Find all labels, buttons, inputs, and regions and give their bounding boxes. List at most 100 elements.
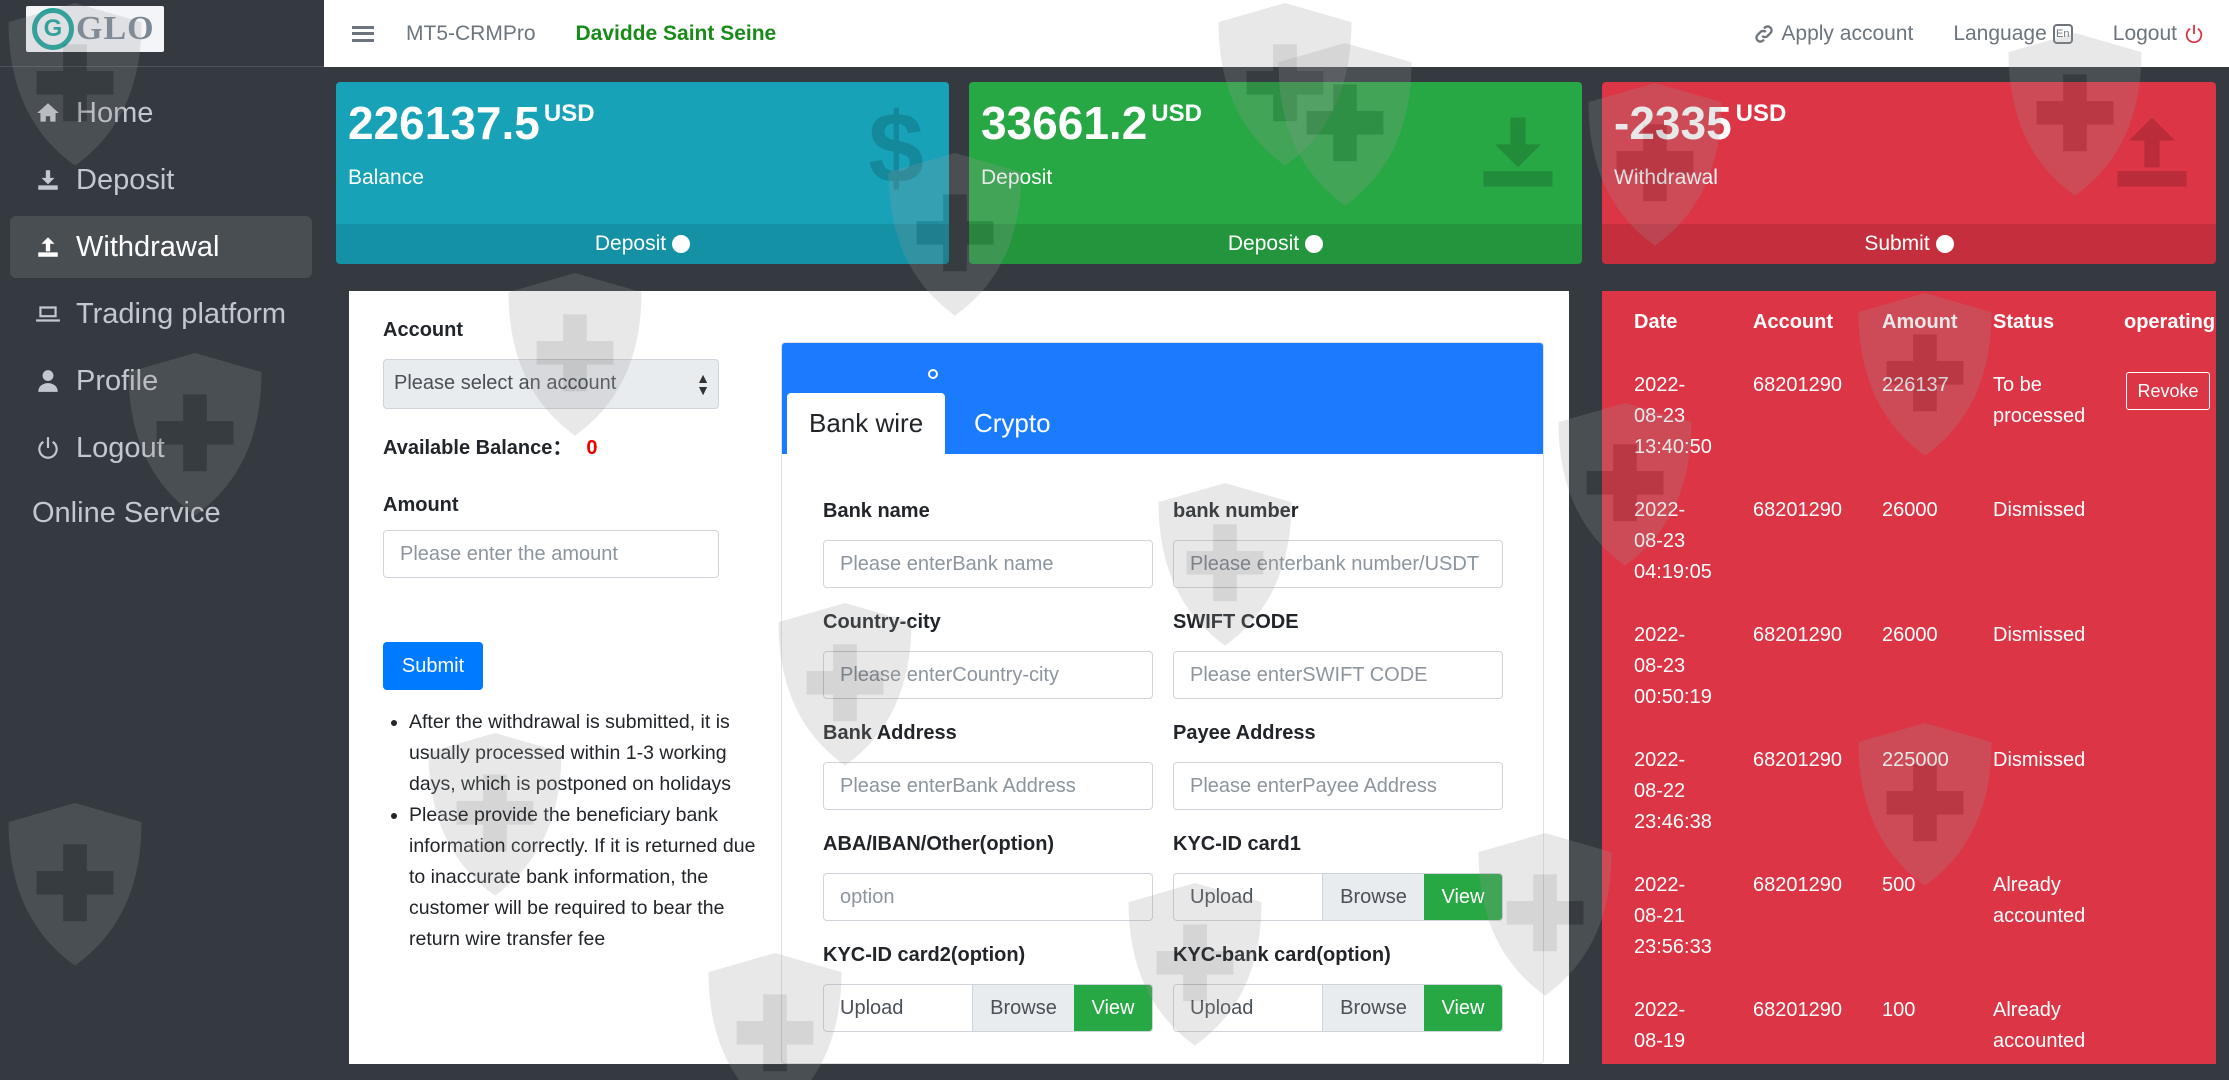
balance-card: 226137.5 USD Balance $ Deposit ➜ [336,82,949,264]
topbar-right: Apply account Language En Logout [1713,22,2205,46]
upload-icon [34,233,62,261]
withdrawal-history-table: Date Account Amount Status operating 202… [1602,291,2216,1064]
column-header-operating: operating [2124,311,2216,333]
sidebar-item-profile[interactable]: Profile [10,350,312,412]
apply-account-label: Apply account [1781,21,1914,45]
withdrawal-notes: After the withdrawal is submitted, it is… [409,707,759,955]
kyc-id-card1-label: KYC-ID card1 [1173,833,1301,855]
deposit-link[interactable]: Deposit ➜ [969,224,1582,264]
view-button[interactable]: View [1074,985,1152,1031]
select-caret-icon: ▲ ▼ [696,370,710,398]
logout-link[interactable]: Logout [2113,22,2205,46]
aba-iban-label: ABA/IBAN/Other(option) [823,833,1055,855]
country-city-label: Country-city [823,611,941,633]
swift-code-label: SWIFT CODE [1173,611,1299,633]
withdrawal-card: -2335 USD Withdrawal Submit ➜ [1602,82,2216,264]
view-button[interactable]: View [1424,874,1502,920]
language-badge: En [2052,23,2073,44]
amount-input[interactable]: Please enter the amount [383,530,719,578]
browse-button[interactable]: Browse [972,985,1074,1031]
account-label: Account [383,319,463,341]
payee-address-input[interactable]: Please enterPayee Address [1173,762,1503,810]
payee-address-label: Payee Address [1173,722,1316,744]
sidebar-item-deposit[interactable]: Deposit [10,149,312,211]
deposit-value: 33661.2 [981,97,1148,149]
payment-method-card: Bank wire Crypto Bank name Please enterB… [781,342,1544,1064]
balance-footer-label: Deposit [594,232,667,255]
browse-button[interactable]: Browse [1322,985,1424,1031]
power-icon [2185,24,2203,43]
table-row-amount: 500 [1882,874,1916,896]
table-row-amount: 100 [1882,999,1916,1021]
available-balance-label: Available Balance： [383,437,573,459]
country-city-input[interactable]: Please enterCountry-city [823,651,1153,699]
revoke-button[interactable]: Revoke [2126,372,2210,410]
withdrawal-unit: USD [1735,100,1787,127]
online-service-link[interactable]: Online Service [32,497,221,530]
withdrawal-submit-link[interactable]: Submit ➜ [1602,224,2216,264]
note-item: After the withdrawal is submitted, it is… [409,707,759,800]
brand-link[interactable]: MT5-CRMPro [406,22,536,46]
bank-wire-form: Bank name Please enterBank name bank num… [782,454,1543,1063]
available-balance: Available Balance： 0 [383,431,597,460]
submit-button[interactable]: Submit [383,642,483,690]
table-row-date: 2022- 08-23 00:50:19 [1634,624,1712,708]
deposit-value-row: 33661.2 USD [981,96,1202,150]
table-row-amount: 26000 [1882,624,1938,646]
view-button[interactable]: View [1424,985,1502,1031]
sidebar-item-label: Trading platform [76,297,287,330]
aba-iban-input[interactable]: option [823,873,1153,921]
sidebar-item-label: Deposit [76,163,175,196]
table-row-status: Dismissed [1993,499,2086,521]
kyc-id-card2-label: KYC-ID card2(option) [823,944,1026,966]
sidebar-item-home[interactable]: Home [10,82,312,144]
upload-field[interactable]: Upload [824,985,972,1031]
dollar-icon: $ [868,102,924,202]
browse-button[interactable]: Browse [1322,874,1424,920]
table-row-date: 2022- 08-19 [1634,999,1686,1052]
sidebar-item-label: Profile [76,364,159,397]
note-item: Please provide the beneficiary bank info… [409,800,759,955]
swift-code-input[interactable]: Please enterSWIFT CODE [1173,651,1503,699]
logo[interactable]: G GLO [26,6,164,52]
account-select[interactable]: Please select an account ▲ ▼ [383,359,719,409]
sidebar-item-withdrawal[interactable]: Withdrawal [10,216,312,278]
kyc-id-card1-upload: Upload Browse View [1173,873,1503,921]
bank-address-input[interactable]: Please enterBank Address [823,762,1153,810]
balance-deposit-link[interactable]: Deposit ➜ [336,224,949,264]
menu-toggle-icon[interactable] [352,25,374,42]
sidebar-item-logout[interactable]: Logout [10,417,312,479]
tab-crypto[interactable]: Crypto [952,393,1073,454]
table-row-amount: 225000 [1882,749,1949,771]
language-dropdown[interactable]: Language En [1953,22,2073,46]
balance-label: Balance [348,166,424,189]
download-icon [34,166,62,194]
sidebar-item-label: Logout [76,431,165,464]
table-row-amount: 226137 [1882,374,1949,396]
withdrawal-value-row: -2335 USD [1614,96,1786,150]
apply-account-link[interactable]: Apply account [1753,22,1913,46]
download-icon [1483,117,1553,187]
arrow-circle-right-icon: ➜ [672,235,691,253]
bank-name-input[interactable]: Please enterBank name [823,540,1153,588]
indicator-dot-icon [928,369,938,379]
arrow-circle-right-icon: ➜ [1305,235,1324,253]
tab-bank-wire[interactable]: Bank wire [787,393,946,454]
bank-number-input[interactable]: Please enterbank number/USDT [1173,540,1503,588]
link-icon [1755,24,1774,43]
sidebar-item-trading-platform[interactable]: Trading platform [10,283,312,345]
table-row-amount: 26000 [1882,499,1938,521]
sidebar: G GLO Home Deposit Withdrawal Trading pl… [0,0,324,1080]
sidebar-nav: Home Deposit Withdrawal Trading platform… [10,82,312,484]
arrow-circle-right-icon: ➜ [1935,235,1954,253]
sidebar-item-label: Withdrawal [76,230,220,263]
upload-field[interactable]: Upload [1174,874,1322,920]
column-header-account: Account [1753,311,1833,333]
power-icon [34,434,62,462]
deposit-card: 33661.2 USD Deposit Deposit ➜ [969,82,1582,264]
upload-field[interactable]: Upload [1174,985,1322,1031]
bank-address-label: Bank Address [823,722,957,744]
bank-name-label: Bank name [823,500,930,522]
kyc-id-card2-upload: Upload Browse View [823,984,1153,1032]
table-row-account: 68201290 [1753,999,1842,1021]
